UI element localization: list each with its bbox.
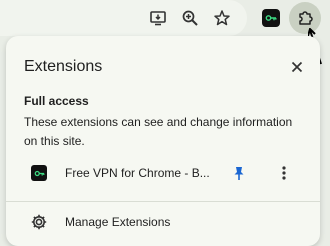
extension-row[interactable]: Free VPN for Chrome - B... (6, 158, 320, 188)
gear-icon (31, 214, 47, 230)
panel-title: Extensions (24, 58, 103, 75)
close-icon (291, 61, 303, 73)
vpn-key-icon (31, 165, 47, 181)
section-title: Full access (24, 94, 89, 108)
manage-extensions-button[interactable]: Manage Extensions (6, 207, 320, 237)
zoom-icon[interactable] (180, 8, 200, 28)
bookmark-star-icon[interactable] (212, 8, 232, 28)
divider (6, 201, 320, 202)
close-button[interactable] (287, 57, 307, 77)
browser-toolbar (0, 0, 330, 65)
extensions-menu-panel: Extensions Full access These extensions … (6, 36, 320, 246)
more-vertical-icon (282, 166, 286, 180)
extensions-puzzle-icon (299, 11, 313, 25)
pin-icon[interactable] (231, 165, 247, 181)
vpn-extension-icon[interactable] (262, 9, 280, 27)
address-bar[interactable] (0, 0, 247, 36)
section-description: These extensions can see and change info… (24, 115, 293, 148)
install-app-icon[interactable] (148, 8, 168, 28)
manage-extensions-label: Manage Extensions (65, 215, 171, 229)
extension-name[interactable]: Free VPN for Chrome - B... (65, 166, 217, 180)
more-options-button[interactable] (274, 163, 294, 183)
